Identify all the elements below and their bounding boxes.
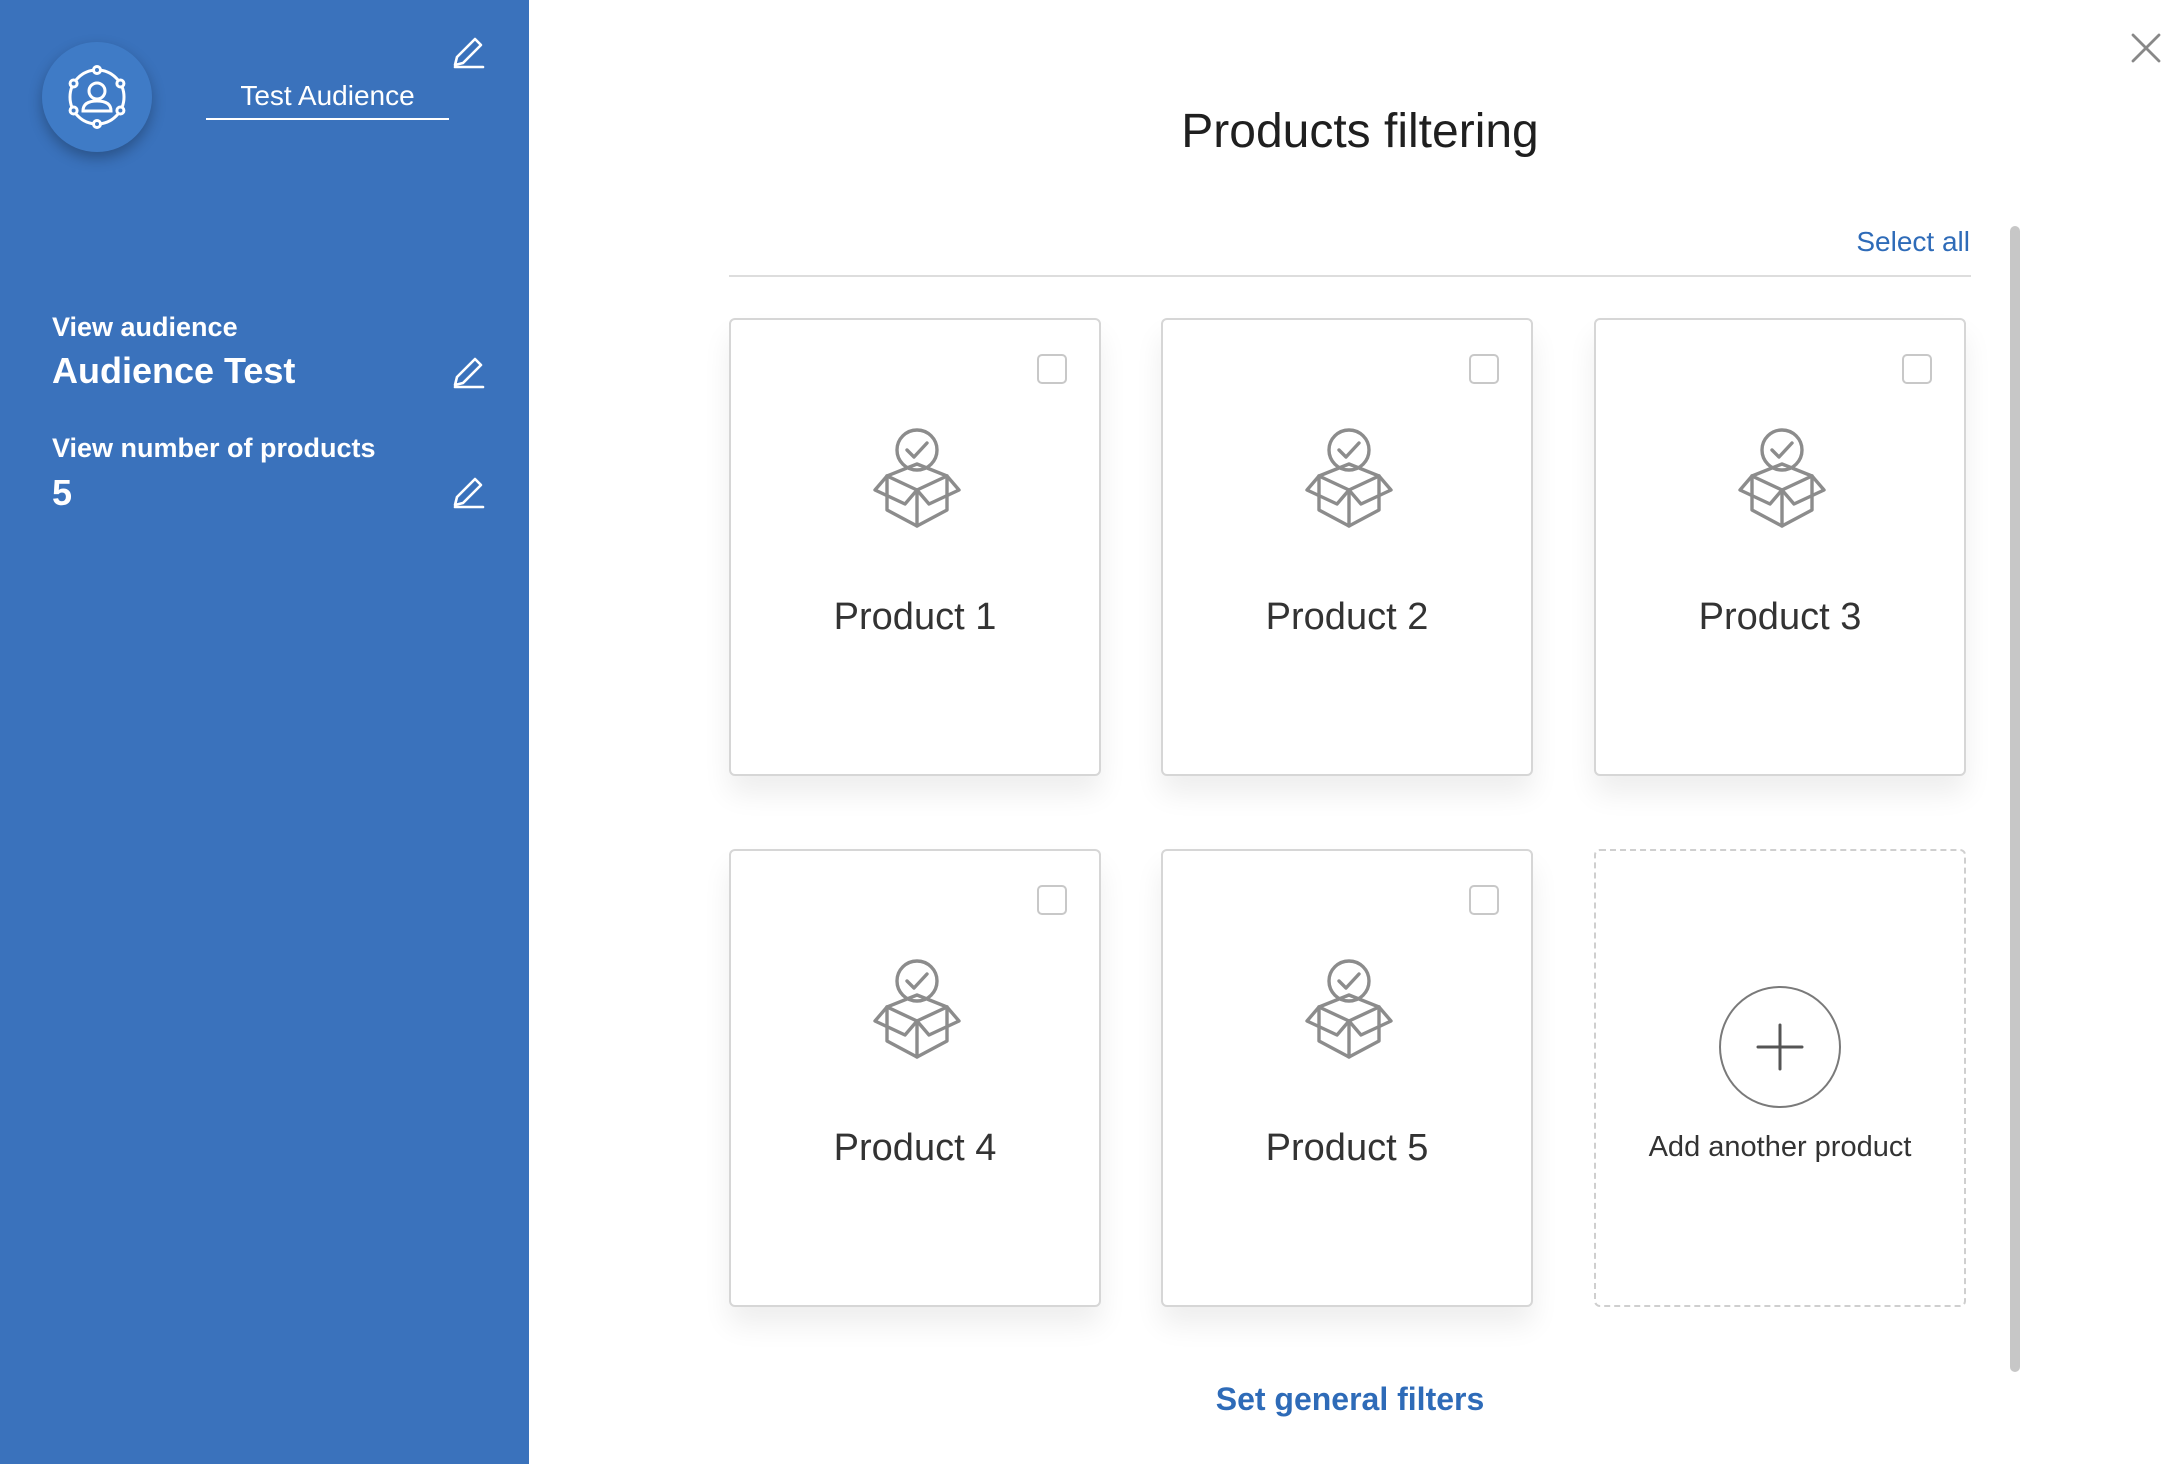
product-name: Product 4	[833, 1127, 997, 1169]
add-product-label: Add another product	[1648, 1131, 1912, 1163]
close-icon	[2131, 33, 2161, 63]
edit-audience-name-button[interactable]	[446, 30, 490, 74]
product-checkbox[interactable]	[1902, 354, 1932, 384]
box-check-icon	[1305, 428, 1393, 528]
product-name: Product 1	[833, 596, 997, 638]
pencil-icon	[453, 477, 485, 509]
view-audience-label: View audience	[52, 312, 238, 342]
box-check-icon	[873, 959, 961, 1059]
audience-network-icon	[68, 65, 126, 129]
product-checkbox[interactable]	[1037, 354, 1067, 384]
product-checkbox[interactable]	[1037, 885, 1067, 915]
add-product-card[interactable]: Add another product	[1594, 849, 1966, 1307]
product-name: Product 5	[1265, 1127, 1429, 1169]
products-filtering-page: Test Audience View audience Audience Tes…	[0, 0, 2184, 1464]
view-products-value: 5	[52, 472, 73, 513]
box-check-icon	[1305, 959, 1393, 1059]
box-check-icon	[1738, 428, 1826, 528]
plus-icon	[1756, 1023, 1804, 1071]
product-card[interactable]: Product 5	[1161, 849, 1533, 1307]
audience-avatar	[42, 42, 152, 152]
divider	[729, 275, 1971, 277]
edit-audience-button[interactable]	[446, 350, 490, 394]
product-name: Product 3	[1698, 596, 1862, 638]
pencil-icon	[453, 37, 485, 69]
product-name: Product 2	[1265, 596, 1429, 638]
product-card[interactable]: Product 4	[729, 849, 1101, 1307]
close-button[interactable]	[2124, 26, 2168, 70]
product-card[interactable]: Product 3	[1594, 318, 1966, 776]
audience-name-text: Test Audience	[240, 80, 415, 111]
pencil-icon	[453, 357, 485, 389]
page-title: Products filtering	[1181, 105, 1539, 158]
audience-name-field[interactable]: Test Audience	[206, 74, 449, 120]
box-check-icon	[873, 428, 961, 528]
view-products-label: View number of products	[52, 433, 376, 463]
product-checkbox[interactable]	[1469, 885, 1499, 915]
product-card[interactable]: Product 1	[729, 318, 1101, 776]
product-card[interactable]: Product 2	[1161, 318, 1533, 776]
select-all-link[interactable]: Select all	[1760, 226, 1970, 258]
scrollbar[interactable]	[2010, 226, 2020, 1372]
view-audience-value: Audience Test	[52, 350, 296, 391]
product-checkbox[interactable]	[1469, 354, 1499, 384]
edit-products-count-button[interactable]	[446, 470, 490, 514]
set-general-filters-link[interactable]: Set general filters	[1100, 1381, 1600, 1418]
sidebar: Test Audience View audience Audience Tes…	[0, 0, 529, 1464]
add-product-button[interactable]	[1719, 986, 1841, 1108]
